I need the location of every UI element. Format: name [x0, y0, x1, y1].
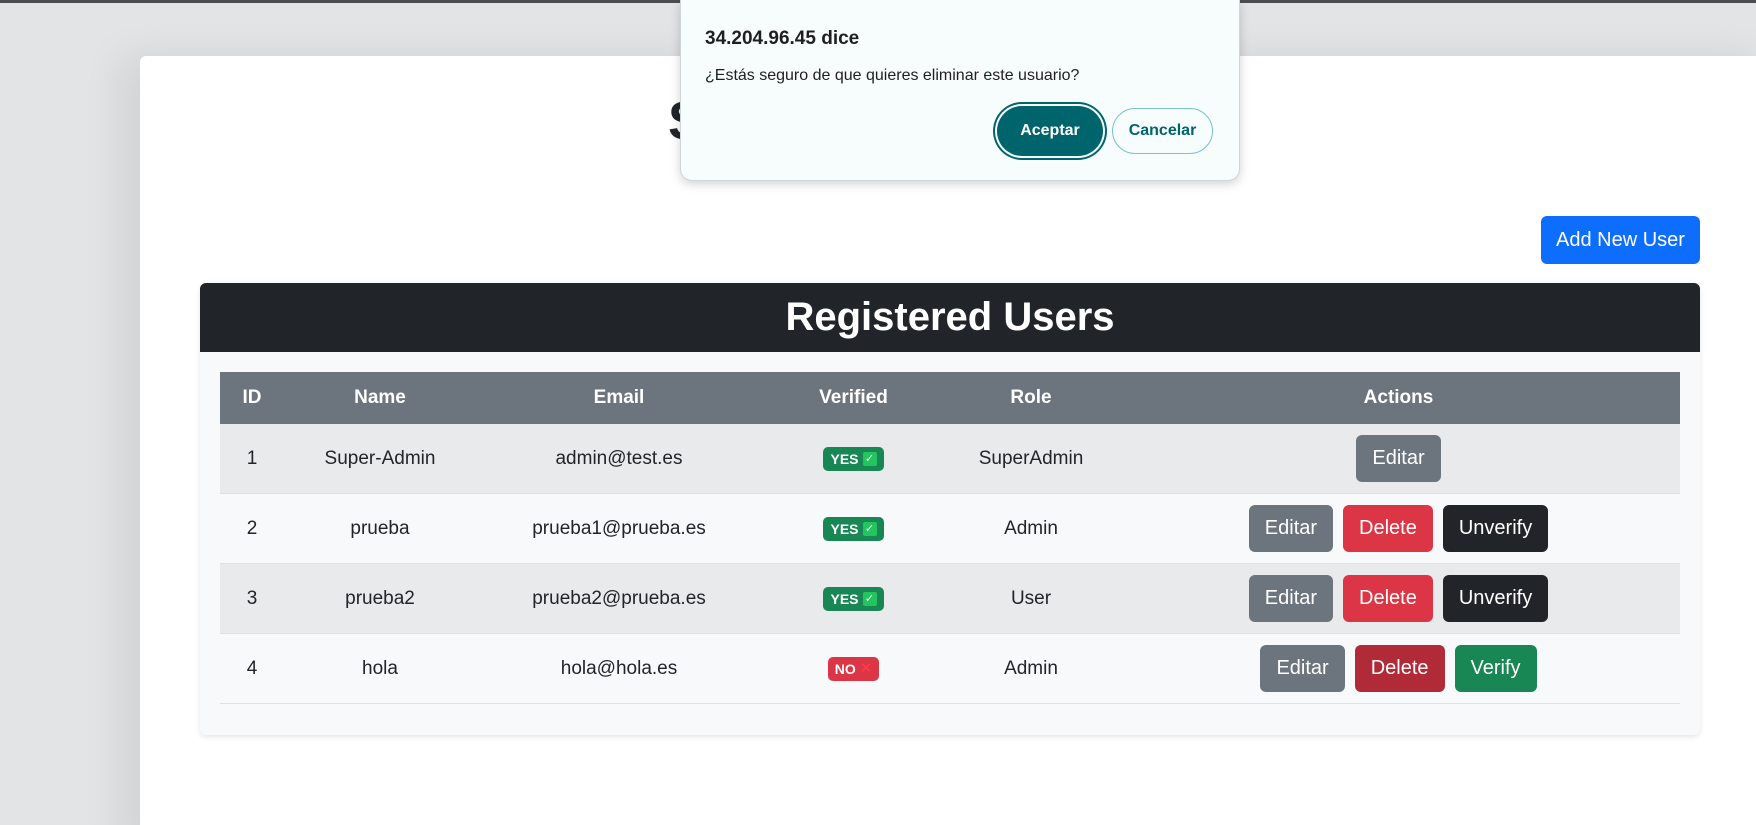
column-header-email: Email	[476, 372, 762, 424]
cell-role: User	[945, 563, 1117, 634]
verified-badge: YES ✓	[823, 516, 884, 541]
unverify-button[interactable]: Unverify	[1442, 575, 1549, 622]
edit-button[interactable]: Editar	[1248, 575, 1334, 622]
cell-role: SuperAdmin	[945, 424, 1117, 494]
cell-email: admin@test.es	[476, 424, 762, 494]
table-row: 1 Super-Admin admin@test.es YES ✓ SuperA…	[220, 424, 1680, 494]
table-row: 4 hola hola@hola.es NO ✕ Admin Editar De…	[220, 633, 1680, 704]
verify-button[interactable]: Verify	[1454, 645, 1537, 692]
delete-button[interactable]: Delete	[1343, 575, 1433, 622]
add-new-user-button[interactable]: Add New User	[1541, 216, 1700, 264]
cell-verified: YES ✓	[762, 493, 945, 564]
cell-verified: YES ✓	[762, 563, 945, 634]
cell-actions: Editar	[1117, 424, 1680, 494]
check-icon: ✓	[862, 521, 877, 536]
table-row: 2 prueba prueba1@prueba.es YES ✓ Admin E…	[220, 493, 1680, 564]
verified-badge: YES ✓	[823, 586, 884, 611]
cell-id: 4	[220, 633, 284, 704]
cell-email: hola@hola.es	[476, 633, 762, 704]
delete-button[interactable]: Delete	[1343, 505, 1433, 552]
cell-id: 2	[220, 493, 284, 564]
cell-name: Super-Admin	[284, 424, 476, 494]
cell-name: hola	[284, 633, 476, 704]
cell-verified: NO ✕	[762, 633, 945, 704]
cell-verified: YES ✓	[762, 424, 945, 494]
cell-role: Admin	[945, 633, 1117, 704]
cell-actions: Editar Delete Unverify	[1117, 493, 1680, 564]
table-header-row: ID Name Email Verified Role Actions	[220, 372, 1680, 424]
verified-badge: YES ✓	[823, 446, 884, 471]
cell-id: 3	[220, 563, 284, 634]
registered-users-card: Registered Users ID Name Email Verified …	[200, 283, 1700, 735]
badge-label: NO	[834, 660, 856, 677]
table-row: 3 prueba2 prueba2@prueba.es YES ✓ User E…	[220, 563, 1680, 634]
edit-button[interactable]: Editar	[1356, 435, 1441, 482]
cancel-button[interactable]: Cancelar	[1112, 108, 1213, 154]
users-table: ID Name Email Verified Role Actions 1 Su…	[220, 372, 1680, 704]
badge-label: YES	[830, 590, 859, 607]
cell-actions: Editar Delete Verify	[1117, 633, 1680, 704]
column-header-actions: Actions	[1117, 372, 1680, 424]
card-title: Registered Users	[200, 283, 1700, 352]
cell-name: prueba2	[284, 563, 476, 634]
badge-label: YES	[830, 450, 859, 467]
cell-email: prueba1@prueba.es	[476, 493, 762, 564]
dialog-message: ¿Estás seguro de que quieres eliminar es…	[705, 67, 1080, 84]
delete-button[interactable]: Delete	[1354, 645, 1445, 692]
edit-button[interactable]: Editar	[1248, 505, 1334, 552]
unverified-badge: NO ✕	[827, 656, 880, 681]
x-icon: ✕	[859, 659, 873, 677]
column-header-verified: Verified	[762, 372, 945, 424]
column-header-role: Role	[945, 372, 1117, 424]
edit-button[interactable]: Editar	[1260, 645, 1345, 692]
dialog-title: 34.204.96.45 dice	[705, 28, 860, 49]
cell-email: prueba2@prueba.es	[476, 563, 762, 634]
cell-name: prueba	[284, 493, 476, 564]
cell-id: 1	[220, 424, 284, 494]
accept-button[interactable]: Aceptar	[997, 106, 1103, 156]
cell-actions: Editar Delete Unverify	[1117, 563, 1680, 634]
badge-label: YES	[830, 520, 859, 537]
column-header-name: Name	[284, 372, 476, 424]
check-icon: ✓	[862, 451, 877, 466]
confirm-dialog: 34.204.96.45 dice ¿Estás seguro de que q…	[680, 0, 1240, 181]
check-icon: ✓	[862, 591, 877, 606]
column-header-id: ID	[220, 372, 284, 424]
unverify-button[interactable]: Unverify	[1442, 505, 1549, 552]
cell-role: Admin	[945, 493, 1117, 564]
